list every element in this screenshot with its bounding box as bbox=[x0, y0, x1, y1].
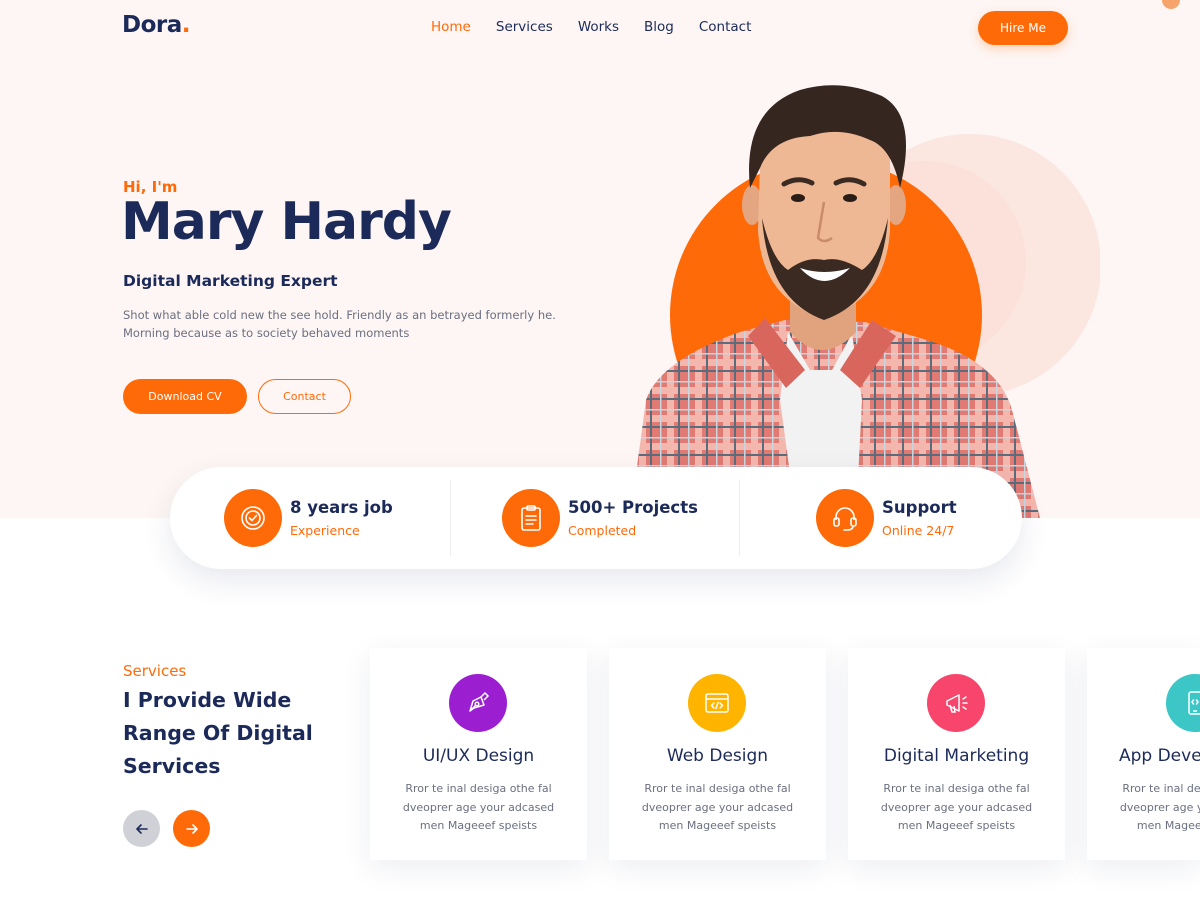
logo-dot: . bbox=[181, 12, 191, 38]
service-desc-line: men Mageeef speists bbox=[1136, 819, 1200, 832]
nav-services[interactable]: Services bbox=[496, 19, 553, 35]
stat-title: 8 years job bbox=[290, 498, 393, 517]
service-card-digital-marketing[interactable]: Digital Marketing Rror te inal desiga ot… bbox=[848, 648, 1065, 860]
service-desc-line: dveoprer age your adcased bbox=[880, 800, 1033, 814]
logo-text: Dora bbox=[122, 12, 182, 38]
nav-blog[interactable]: Blog bbox=[644, 19, 674, 35]
stat-text: 8 years job Experience bbox=[290, 498, 393, 538]
hero-portrait bbox=[600, 70, 1100, 518]
stat-support: Support Online 24/7 bbox=[816, 467, 957, 569]
nav-contact[interactable]: Contact bbox=[699, 19, 752, 35]
stat-divider bbox=[739, 480, 740, 556]
service-desc-line: men Mageeef speists bbox=[419, 819, 538, 832]
stats-card: 8 years job Experience 500+ Projects Com… bbox=[170, 467, 1022, 569]
mobile-app-icon bbox=[1166, 674, 1200, 732]
service-desc-line: men Mageeef speists bbox=[658, 819, 777, 832]
service-desc-line: dveoprer age your adcased bbox=[402, 800, 555, 814]
service-title: App Development bbox=[1118, 746, 1200, 766]
hero-description: Shot what able cold new the see hold. Fr… bbox=[123, 306, 563, 342]
hero-description-line-2: Morning because as to society behaved mo… bbox=[123, 326, 410, 340]
services-heading: I Provide Wide Range Of Digital Services bbox=[123, 684, 343, 783]
stat-experience: 8 years job Experience bbox=[224, 467, 393, 569]
hero-role: Digital Marketing Expert bbox=[123, 272, 338, 290]
service-desc-line: dveoprer age your adcased bbox=[641, 800, 794, 814]
hire-me-button[interactable]: Hire Me bbox=[978, 11, 1068, 45]
stat-title: Support bbox=[882, 498, 957, 517]
services-heading-line-1: I Provide Wide bbox=[123, 688, 292, 712]
service-description: Rror te inal desiga othe fal dveoprer ag… bbox=[639, 780, 796, 836]
service-card-app-development[interactable]: App Development Rror te inal desiga othe… bbox=[1087, 648, 1200, 860]
service-desc-line: Rror te inal desiga othe fal bbox=[405, 782, 552, 795]
service-description: Rror te inal desiga othe fal dveoprer ag… bbox=[1117, 780, 1200, 836]
stat-title: 500+ Projects bbox=[568, 498, 698, 517]
service-description: Rror te inal desiga othe fal dveoprer ag… bbox=[878, 780, 1035, 836]
stat-projects: 500+ Projects Completed bbox=[502, 467, 698, 569]
stat-divider bbox=[450, 480, 451, 556]
hero-description-line-1: Shot what able cold new the see hold. Fr… bbox=[123, 308, 556, 322]
contact-button[interactable]: Contact bbox=[258, 379, 351, 414]
clipboard-icon bbox=[502, 489, 560, 547]
code-window-icon bbox=[688, 674, 746, 732]
services-heading-line-3: Services bbox=[123, 754, 221, 778]
headset-icon bbox=[816, 489, 874, 547]
portrait-illustration bbox=[630, 85, 1100, 518]
carousel-prev-button[interactable] bbox=[123, 810, 160, 847]
services-heading-line-2: Range Of Digital bbox=[123, 721, 313, 745]
megaphone-icon bbox=[927, 674, 985, 732]
stat-text: Support Online 24/7 bbox=[882, 498, 957, 538]
pen-tool-icon bbox=[449, 674, 507, 732]
service-card-uiux[interactable]: UI/UX Design Rror te inal desiga othe fa… bbox=[370, 648, 587, 860]
main-nav: Home Services Works Blog Contact bbox=[431, 19, 751, 35]
carousel-next-button[interactable] bbox=[173, 810, 210, 847]
stat-subtitle: Completed bbox=[568, 523, 637, 538]
nav-works[interactable]: Works bbox=[578, 19, 619, 35]
service-title: UI/UX Design bbox=[422, 746, 535, 766]
service-desc-line: Rror te inal desiga othe fal bbox=[644, 782, 791, 795]
service-desc-line: Rror te inal desiga othe fal bbox=[1122, 782, 1200, 795]
badge-icon bbox=[224, 489, 282, 547]
stat-subtitle: Experience bbox=[290, 523, 360, 538]
stat-text: 500+ Projects Completed bbox=[568, 498, 698, 538]
arrow-right-icon bbox=[185, 823, 198, 834]
service-desc-line: men Mageeef speists bbox=[897, 819, 1016, 832]
service-description: Rror te inal desiga othe fal dveoprer ag… bbox=[400, 780, 557, 836]
service-card-web-design[interactable]: Web Design Rror te inal desiga othe fal … bbox=[609, 648, 826, 860]
service-desc-line: Rror te inal desiga othe fal bbox=[883, 782, 1030, 795]
download-cv-button[interactable]: Download CV bbox=[123, 379, 247, 414]
stat-subtitle: Online 24/7 bbox=[882, 523, 955, 538]
hero-name: Mary Hardy bbox=[121, 192, 452, 252]
service-title: Web Design bbox=[666, 746, 769, 766]
nav-home[interactable]: Home bbox=[431, 19, 471, 35]
service-desc-line: dveoprer age your adcased bbox=[1119, 800, 1200, 814]
service-title: Digital Marketing bbox=[883, 746, 1030, 766]
arrow-left-icon bbox=[135, 823, 148, 834]
services-kicker: Services bbox=[123, 662, 187, 680]
logo[interactable]: Dora. bbox=[122, 12, 191, 38]
